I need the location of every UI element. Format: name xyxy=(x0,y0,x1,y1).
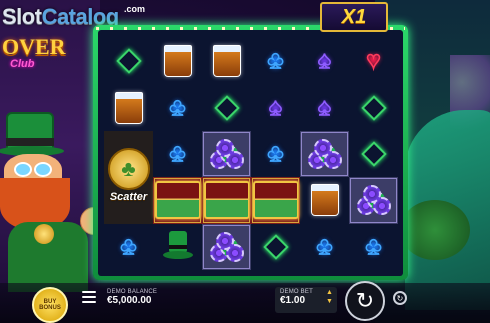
reel-cell: ♠ xyxy=(300,38,349,84)
chips-symbol xyxy=(209,138,244,169)
glasses-right xyxy=(34,162,52,177)
club-symbol: ♣ xyxy=(267,139,284,167)
bet-adjust: ▲ ▼ xyxy=(326,289,333,305)
buy-bonus-button[interactable]: BUY BONUS xyxy=(32,287,68,323)
reel-cell xyxy=(153,224,202,270)
reel-cell: ♣ Scatter xyxy=(104,130,153,224)
heart-symbol: ♥ xyxy=(366,47,382,75)
cash-symbol xyxy=(154,181,201,220)
arrow-up-icon[interactable]: ▲ xyxy=(326,289,333,296)
hat-band xyxy=(6,138,54,146)
buy-bonus-line2: BONUS xyxy=(39,305,61,311)
watermark-suffix: .com xyxy=(124,4,146,14)
chips-symbol xyxy=(209,231,244,262)
reel-cell xyxy=(251,177,300,224)
reel-cell xyxy=(300,130,349,178)
reel-cell: ♣ xyxy=(251,38,300,84)
reel-cell: ♠ xyxy=(300,84,349,130)
reel-cell xyxy=(202,84,251,130)
tophat-symbol xyxy=(162,230,193,263)
reel-cell xyxy=(251,224,300,270)
reel-cell: ♣ xyxy=(349,224,398,270)
reel-cell: ♣ xyxy=(300,224,349,270)
club-symbol: ♣ xyxy=(365,232,382,260)
balance-display: DEMO BALANCE €5,000.00 xyxy=(107,289,157,306)
diamond-symbol xyxy=(213,94,240,121)
cash-symbol xyxy=(203,181,250,220)
glasses-left xyxy=(14,162,32,177)
reel-cell xyxy=(300,177,349,223)
club-symbol: ♣ xyxy=(169,93,186,121)
whisky-symbol xyxy=(163,45,192,78)
club-symbol: ♣ xyxy=(316,232,333,260)
reel-cell: ♣ xyxy=(153,131,202,177)
reel-cell: ♠ xyxy=(251,84,300,130)
diamond-symbol xyxy=(262,234,289,260)
cash-symbol xyxy=(252,181,299,220)
spin-arrow-icon: ↻ xyxy=(355,288,375,313)
autoplay-icon[interactable]: ↻ xyxy=(393,291,407,305)
game-logo-club: Club xyxy=(10,58,35,70)
reel-cell xyxy=(349,131,398,177)
reel-cell xyxy=(202,38,251,84)
control-bar xyxy=(0,283,490,323)
reel-cell xyxy=(104,84,153,130)
reel-cell xyxy=(104,38,153,84)
multiplier-badge: X1 xyxy=(320,2,388,32)
game-logo: OVER Club xyxy=(2,28,72,76)
clover-coin-icon: ♣ xyxy=(107,148,150,191)
whisky-symbol xyxy=(310,184,339,217)
reel-cell xyxy=(349,177,398,224)
background-plant xyxy=(400,200,470,260)
club-symbol: ♣ xyxy=(120,232,137,260)
watermark-slot: Slot xyxy=(2,4,42,29)
scatter-symbol: ♣ Scatter xyxy=(107,148,151,206)
arrow-down-icon[interactable]: ▼ xyxy=(326,298,333,305)
club-symbol: ♣ xyxy=(267,47,284,75)
reel-cell xyxy=(202,223,251,270)
gold-medal xyxy=(34,224,54,244)
balance-value: €5,000.00 xyxy=(107,295,152,306)
spade-symbol: ♠ xyxy=(268,93,282,121)
spade-symbol: ♠ xyxy=(317,47,331,75)
reel-cell: ♥ xyxy=(349,38,398,84)
spade-symbol: ♠ xyxy=(317,93,331,121)
chips-symbol xyxy=(356,185,391,216)
reel-cell xyxy=(153,38,202,84)
whisky-symbol xyxy=(114,91,143,124)
diamond-symbol xyxy=(360,141,387,167)
reel-cell: ♣ xyxy=(251,131,300,177)
diamond-symbol xyxy=(360,94,387,121)
reel-cell xyxy=(349,84,398,130)
hamburger-icon[interactable] xyxy=(82,291,96,303)
whisky-symbol xyxy=(212,45,241,78)
reel-cell xyxy=(202,177,251,224)
reel-cell: ♣ xyxy=(153,84,202,130)
game-logo-word: OVER xyxy=(2,34,66,59)
scatter-label: Scatter xyxy=(109,191,148,204)
multiplier-value: X1 xyxy=(341,5,367,28)
reel-cell: ♣ xyxy=(104,224,153,270)
buy-bonus-line1: BUY xyxy=(43,298,57,305)
club-symbol: ♣ xyxy=(169,139,186,167)
diamond-symbol xyxy=(115,48,142,74)
reel-cell xyxy=(153,177,202,224)
spin-button[interactable]: ↻ xyxy=(345,281,385,321)
reel-grid: ♣ ♠ ♥ ♣ ♠ ♠ ♣ Scatter ♣ ♣ ♣ ♣ ♣ xyxy=(104,38,398,270)
bet-value: €1.00 xyxy=(280,295,306,306)
reel-cell xyxy=(202,130,251,178)
chips-symbol xyxy=(307,138,342,169)
